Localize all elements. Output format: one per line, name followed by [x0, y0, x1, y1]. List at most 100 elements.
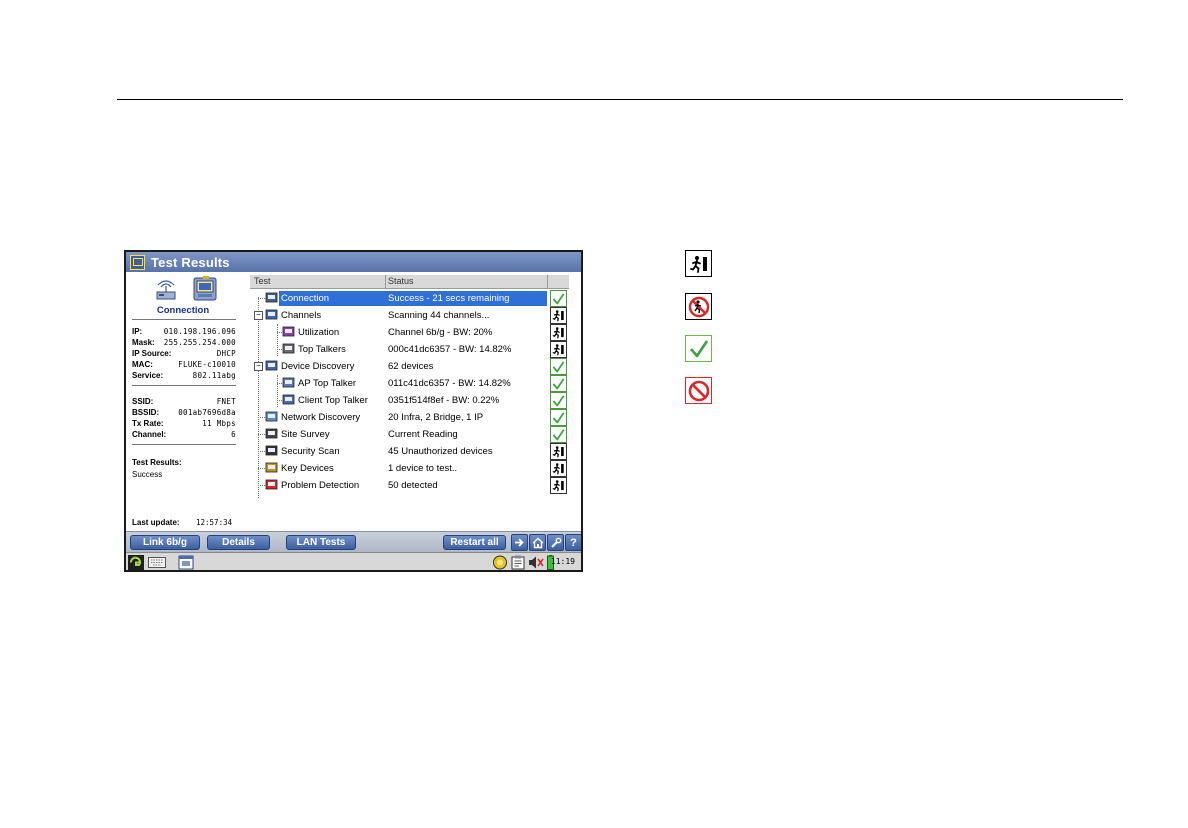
tree-guide	[258, 434, 265, 435]
service-label: Service:	[132, 371, 164, 380]
tools-button[interactable]	[547, 534, 564, 551]
taskbar-clock: 11:19	[550, 557, 575, 566]
test-passed-indicator	[550, 426, 567, 443]
table-row[interactable]: Top Talkers 000c41dc6357 - BW: 14.82%	[250, 341, 569, 358]
check-icon	[552, 394, 565, 406]
column-header-test[interactable]: Test	[254, 276, 271, 286]
test-running-icon	[689, 255, 707, 273]
test-running-indicator	[550, 477, 567, 494]
wrench-icon	[550, 537, 561, 548]
channel-row: Channel: 6	[132, 429, 236, 440]
window-switch-icon[interactable]	[178, 555, 194, 570]
test-running-indicator	[550, 307, 567, 324]
tree-guide	[258, 298, 265, 299]
table-row[interactable]: Security Scan 45 Unauthorized devices	[250, 443, 569, 460]
test-name: Network Discovery	[281, 412, 361, 423]
tree-guide	[258, 417, 265, 418]
link-button[interactable]: Link 6b/g	[130, 535, 200, 550]
test-name: Channels	[281, 310, 322, 321]
divider	[132, 319, 236, 320]
ap-icon	[282, 377, 295, 389]
title-bar: Test Results	[126, 252, 581, 272]
key-devices-icon	[265, 462, 278, 474]
test-passed-indicator	[550, 392, 567, 409]
tx-rate-label: Tx Rate:	[132, 419, 164, 428]
table-row[interactable]: − Device Discovery 62 devices	[250, 358, 569, 375]
keyboard-icon[interactable]	[148, 557, 166, 568]
legend-running-item	[685, 250, 712, 277]
test-status: 000c41dc6357 - BW: 14.82%	[388, 344, 512, 355]
ssid-value: FNET	[216, 397, 236, 406]
speaker-icon[interactable]	[528, 555, 544, 570]
test-name: Site Survey	[281, 429, 330, 440]
table-row[interactable]: AP Top Talker 011c41dc6357 - BW: 14.82%	[250, 375, 569, 392]
tree-guide	[258, 485, 265, 486]
test-status: 20 Infra, 2 Bridge, 1 IP	[388, 412, 484, 423]
mask-row: Mask: 255.255.254.000	[132, 337, 236, 348]
ip-label: IP:	[132, 327, 143, 336]
table-row[interactable]: Network Discovery 20 Infra, 2 Bridge, 1 I…	[250, 409, 569, 426]
last-update-row: Last update: 12:57:34	[132, 518, 236, 527]
start-menu-icon[interactable]	[128, 555, 144, 570]
test-name: Key Devices	[281, 463, 334, 474]
test-running-icon	[552, 344, 564, 356]
help-button[interactable]: ?	[565, 534, 581, 551]
test-failed-icon	[688, 380, 709, 401]
table-row[interactable]: − Channels Scanning 44 channels...	[250, 307, 569, 324]
table-row[interactable]: Site Survey Current Reading	[250, 426, 569, 443]
test-status: 45 Unauthorized devices	[388, 446, 493, 457]
service-value: 802.11abg	[192, 371, 236, 380]
collapse-toggle-icon[interactable]: −	[254, 362, 263, 371]
test-name: Utilization	[298, 327, 340, 338]
service-row: Service: 802.11abg	[132, 370, 236, 381]
details-button[interactable]: Details	[207, 535, 270, 550]
mac-row: MAC: FLUKE-c10010	[132, 359, 236, 370]
page-top-rule	[117, 99, 1123, 100]
table-row[interactable]: Connection Success - 21 secs remaining	[250, 290, 569, 307]
top-talkers-icon	[282, 343, 295, 355]
test-status: Channel 6b/g - BW: 20%	[388, 327, 493, 338]
check-icon	[552, 360, 565, 372]
app-window-icon[interactable]	[130, 254, 145, 270]
status-globe-icon[interactable]	[492, 555, 508, 570]
test-name: Connection	[279, 291, 385, 306]
table-row[interactable]: Utilization Channel 6b/g - BW: 20%	[250, 324, 569, 341]
home-button[interactable]	[529, 534, 546, 551]
test-status: 0351f514f8ef - BW: 0.22%	[388, 395, 500, 406]
test-status: 50 detected	[388, 480, 438, 491]
column-header-status[interactable]: Status	[388, 276, 414, 286]
restart-all-button[interactable]: Restart all	[443, 535, 506, 550]
bssid-value: 001ab7696d8a	[178, 408, 236, 417]
test-running-indicator	[550, 460, 567, 477]
test-running-indicator	[550, 443, 567, 460]
ip-row: IP: 010.198.196.096	[132, 326, 236, 337]
test-running-indicator	[550, 341, 567, 358]
test-name: Security Scan	[281, 446, 340, 457]
ssid-label: SSID:	[132, 397, 154, 406]
channel-value: 6	[231, 430, 236, 439]
test-running-icon	[552, 463, 564, 475]
table-row[interactable]: Key Devices 1 device to test..	[250, 460, 569, 477]
ip-source-row: IP Source: DHCP	[132, 348, 236, 359]
lan-tests-button[interactable]: LAN Tests	[286, 535, 356, 550]
collapse-toggle-icon[interactable]: −	[254, 311, 263, 320]
test-name: Problem Detection	[281, 480, 360, 491]
table-row[interactable]: Problem Detection 50 detected	[250, 477, 569, 494]
test-name: Top Talkers	[298, 344, 346, 355]
connection-icon	[265, 292, 278, 304]
table-header: Test Status	[250, 275, 569, 289]
exit-button[interactable]	[511, 534, 528, 551]
test-running-indicator	[550, 324, 567, 341]
connection-info-panel: Connection IP: 010.198.196.096 Mask: 255…	[126, 272, 240, 531]
clipboard-icon[interactable]	[511, 555, 525, 570]
last-update-value: 12:57:34	[196, 518, 233, 527]
tree-guide	[258, 468, 265, 469]
test-name: Device Discovery	[281, 361, 355, 372]
test-passed-indicator	[550, 290, 567, 307]
client-icon	[282, 394, 295, 406]
table-row[interactable]: Client Top Talker 0351f514f8ef - BW: 0.22…	[250, 392, 569, 409]
connection-label: Connection	[156, 305, 210, 316]
ssid-row: SSID: FNET	[132, 396, 236, 407]
site-survey-icon	[265, 428, 278, 440]
legend-failed-item	[685, 377, 712, 404]
